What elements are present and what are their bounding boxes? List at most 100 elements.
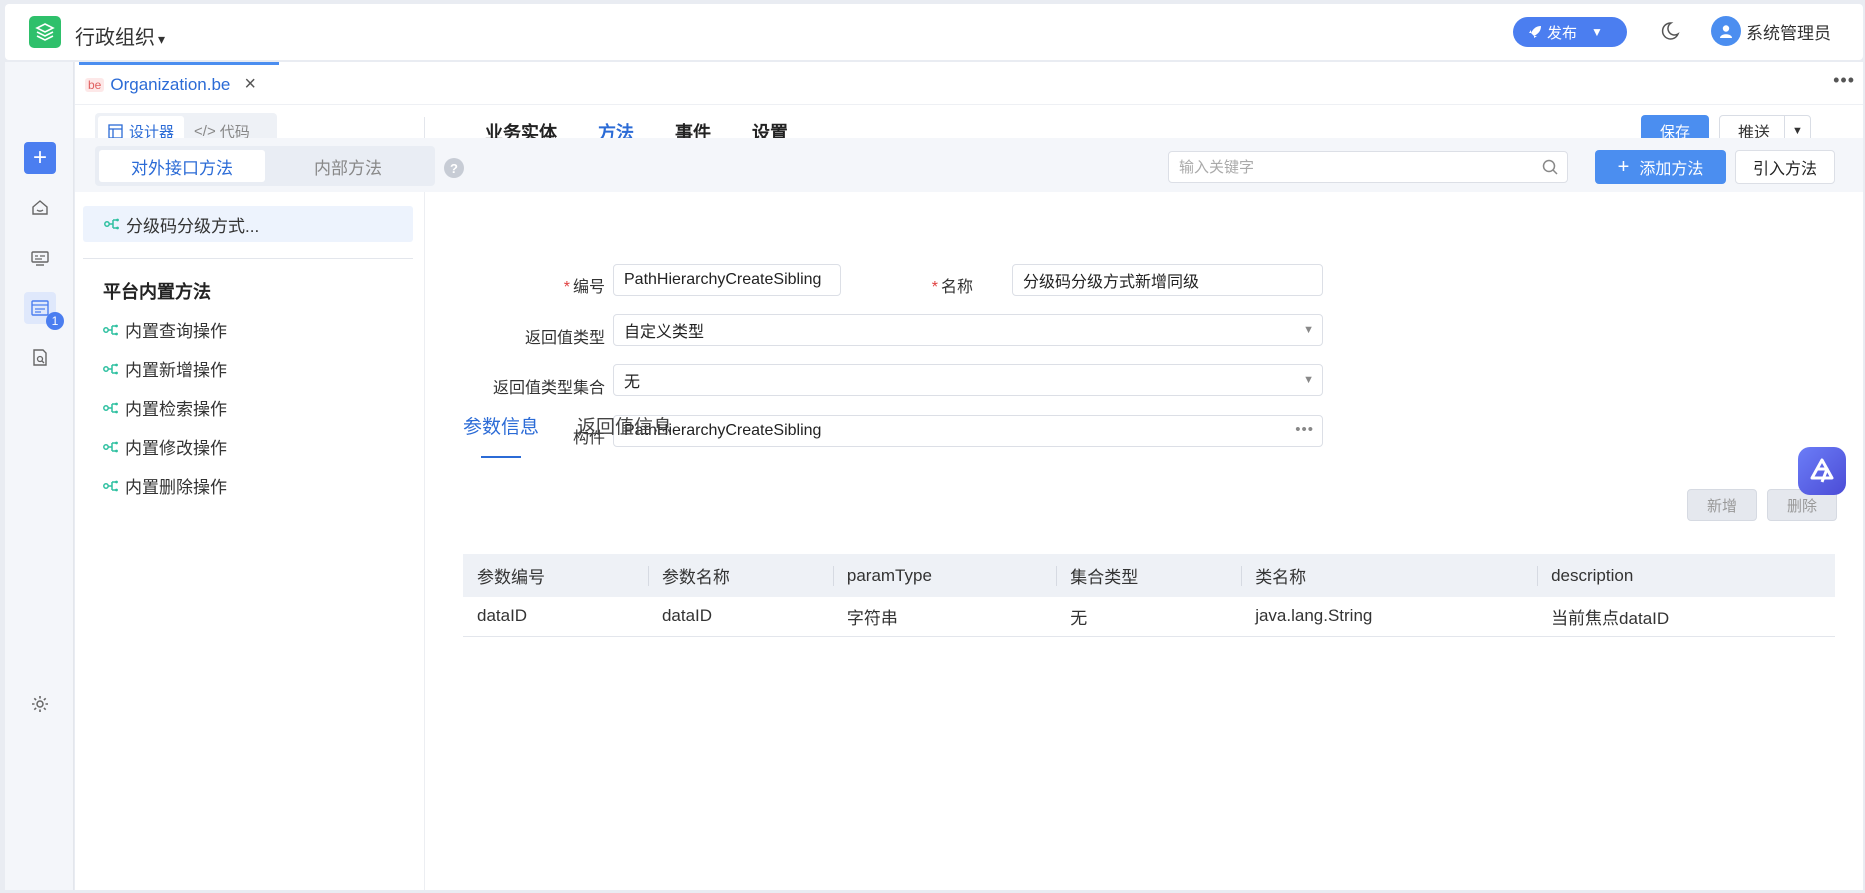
plus-icon: + [32, 144, 47, 171]
method-name: 内置删除操作 [125, 478, 227, 497]
method-icon [103, 324, 118, 335]
tab-return-value[interactable]: 返回值信息 [577, 412, 672, 442]
list-item[interactable]: 内置检索操作 [89, 388, 227, 427]
internal-methods-tab[interactable]: 内部方法 [265, 150, 431, 182]
sidebar-item-entity[interactable]: 1 [24, 292, 64, 330]
home-icon[interactable] [24, 192, 56, 224]
method-name: 内置修改操作 [125, 439, 227, 458]
tab-parameters[interactable]: 参数信息 [463, 412, 539, 458]
detail-tabs: 参数信息 返回值信息 [463, 412, 710, 458]
top-bar: 行政组织 ▾ 发布 ▼ 系统管理员 [5, 4, 1863, 60]
app-title-dropdown[interactable]: 行政组织 ▾ [75, 21, 165, 50]
code-field[interactable]: PathHierarchyCreateSibling [613, 264, 841, 296]
table-header: 集合类型 [1056, 554, 1242, 597]
name-label: * 名称 [931, 279, 973, 296]
table-header: 参数编号 [463, 554, 648, 597]
list-item-selected[interactable]: 分级码分级方式... [83, 206, 413, 242]
more-icon[interactable]: ••• [1295, 421, 1314, 438]
layout-icon [108, 123, 123, 139]
table-cell[interactable]: 字符串 [832, 597, 1057, 637]
method-item: 分级码分级方式... [83, 206, 413, 242]
method-icon [104, 218, 119, 230]
return-type-label: 返回值类型 [524, 330, 605, 347]
method-list-pane: 分级码分级方式... 平台内置方法 内置查询操作 内置新增操作 内置检索操作 内… [75, 192, 425, 890]
add-method-label: 添加方法 [1639, 161, 1704, 178]
method-icon [103, 441, 118, 452]
table-header-row: 参数编号 参数名称 paramType 集合类型 类名称 description [463, 554, 1835, 597]
list-item[interactable]: 内置查询操作 [89, 310, 227, 349]
method-name: 内置检索操作 [125, 400, 227, 419]
file-tab[interactable]: be Organization.be × [79, 62, 279, 104]
list-item[interactable]: 内置新增操作 [89, 349, 227, 388]
method-name: 内置新增操作 [125, 361, 227, 380]
caret-down-icon[interactable]: ▼ [1591, 25, 1603, 39]
return-collection-value: 无 [624, 374, 641, 391]
table-header: description [1537, 554, 1835, 597]
table-header: paramType [832, 554, 1057, 597]
rocket-icon [1529, 26, 1541, 38]
table-row[interactable]: dataID dataID 字符串 无 java.lang.String 当前焦… [463, 597, 1835, 637]
return-type-select[interactable]: 自定义类型 ▼ [613, 314, 1323, 346]
document-search-icon[interactable] [24, 342, 56, 374]
method-toolbar: 对外接口方法 内部方法 ? + 添加方法 引入方法 [75, 138, 1863, 192]
code-value: PathHierarchyCreateSibling [624, 271, 822, 288]
return-collection-label: 返回值类型集合 [492, 380, 605, 397]
table-header: 类名称 [1241, 554, 1538, 597]
table-cell[interactable]: 当前焦点dataID [1537, 597, 1835, 637]
caret-down-icon: ▼ [1303, 324, 1314, 336]
table-cell[interactable]: java.lang.String [1241, 597, 1538, 637]
caret-down-icon: ▾ [158, 31, 166, 47]
add-button[interactable]: + [24, 142, 56, 174]
return-type-value: 自定义类型 [624, 324, 705, 341]
divider [75, 104, 1863, 105]
close-icon[interactable]: × [244, 73, 256, 96]
table-cell[interactable]: 无 [1056, 597, 1242, 637]
assistant-icon[interactable] [1798, 447, 1846, 495]
code-label: * 编号 [563, 279, 605, 296]
import-method-button[interactable]: 引入方法 [1735, 150, 1835, 184]
search-box [1168, 151, 1568, 183]
user-name: 系统管理员 [1746, 23, 1831, 43]
notification-badge: 1 [46, 312, 64, 330]
table-header: 参数名称 [647, 554, 833, 597]
method-icon [103, 402, 118, 413]
plus-icon: + [1617, 155, 1630, 178]
name-value: 分级码分级方式新增同级 [1023, 274, 1200, 291]
list-item[interactable]: 内置修改操作 [89, 427, 227, 466]
publish-label: 发布 [1547, 24, 1578, 42]
add-param-button[interactable]: 新增 [1687, 489, 1757, 521]
avatar [1711, 16, 1741, 46]
component-field[interactable]: PathHierarchyCreateSibling ••• [613, 415, 1323, 447]
user-menu[interactable]: 系统管理员 [1711, 16, 1831, 46]
moon-icon[interactable] [1659, 20, 1683, 44]
table-cell[interactable]: dataID [463, 597, 648, 637]
code-icon: </> [194, 122, 216, 140]
external-methods-tab[interactable]: 对外接口方法 [99, 150, 265, 182]
caret-down-icon: ▼ [1303, 374, 1314, 386]
left-sidebar: + 1 [5, 62, 74, 890]
method-type-switch: 对外接口方法 内部方法 [95, 146, 435, 186]
params-table: 参数编号 参数名称 paramType 集合类型 类名称 description… [463, 554, 1835, 637]
search-icon[interactable] [1541, 158, 1559, 176]
more-icon[interactable]: ••• [1833, 70, 1855, 91]
monitor-icon[interactable] [24, 242, 56, 274]
list-item[interactable]: 内置删除操作 [89, 466, 227, 505]
builtin-method-list: 内置查询操作 内置新增操作 内置检索操作 内置修改操作 内置删除操作 [89, 310, 227, 505]
table-cell[interactable]: dataID [647, 597, 833, 637]
add-method-button[interactable]: + 添加方法 [1595, 150, 1726, 184]
method-icon [103, 480, 118, 491]
builtin-methods-title: 平台内置方法 [103, 282, 211, 302]
method-name: 分级码分级方式... [126, 216, 260, 236]
gear-icon[interactable] [24, 688, 56, 720]
publish-button[interactable]: 发布 ▼ [1513, 17, 1627, 47]
name-field[interactable]: 分级码分级方式新增同级 [1012, 264, 1323, 296]
method-name: 内置查询操作 [125, 322, 227, 341]
divider [83, 258, 413, 259]
app-title: 行政组织 [75, 27, 155, 49]
app-logo-icon[interactable] [29, 16, 61, 48]
file-tab-name: Organization.be [110, 74, 231, 94]
method-icon [103, 363, 118, 374]
search-input[interactable] [1179, 158, 1519, 176]
help-icon[interactable]: ? [444, 158, 464, 178]
return-collection-select[interactable]: 无 ▼ [613, 364, 1323, 396]
